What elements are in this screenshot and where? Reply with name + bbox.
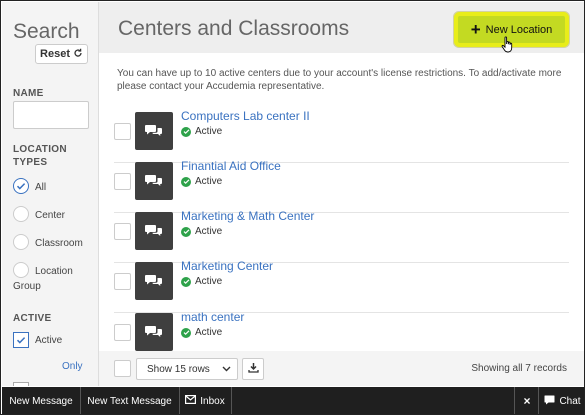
- list-item[interactable]: Marketing Center Active: [114, 259, 569, 313]
- location-name-link[interactable]: Marketing Center: [181, 259, 273, 273]
- checkbox-checked-icon[interactable]: [13, 332, 29, 348]
- location-type-center[interactable]: Center: [13, 206, 65, 223]
- chat-bubbles-icon: [135, 212, 173, 250]
- new-text-message-label: New Text Message: [87, 395, 172, 407]
- check-circle-icon: [181, 276, 191, 287]
- page-title: Centers and Classrooms: [118, 17, 350, 40]
- new-location-label: New Location: [485, 23, 553, 36]
- location-type-location-group[interactable]: Location Group: [13, 262, 93, 294]
- sidebar-title: Search: [13, 20, 80, 43]
- list-footer: Show 15 rows Showing all 7 records: [99, 351, 584, 386]
- row-checkbox[interactable]: [114, 223, 131, 240]
- location-type-label: All: [35, 182, 47, 193]
- active-label: ACTIVE: [13, 313, 52, 324]
- check-circle-icon: [181, 126, 191, 137]
- location-type-all[interactable]: All: [13, 178, 46, 195]
- search-sidebar: Search Reset NAME LOCATION TYPES All Cen…: [2, 2, 99, 386]
- status-badge: Active: [181, 276, 222, 287]
- active-filter[interactable]: Active: [13, 332, 62, 348]
- status-badge: Active: [181, 176, 222, 187]
- status-text: Active: [195, 327, 223, 338]
- bottom-message-bar: New Message New Text Message Inbox × Cha…: [2, 387, 584, 414]
- select-all-checkbox[interactable]: [114, 360, 131, 377]
- status-badge: Active: [181, 226, 222, 237]
- check-circle-icon: [181, 327, 191, 338]
- list-item[interactable]: Computers Lab center II Active: [114, 109, 569, 163]
- page-header: Centers and Classrooms + New Location: [99, 2, 584, 53]
- checkbox-icon[interactable]: [13, 382, 29, 386]
- new-message-button[interactable]: New Message: [2, 387, 81, 414]
- chevron-down-icon: [222, 364, 231, 375]
- close-icon[interactable]: ×: [514, 387, 539, 414]
- location-type-label: Location Group: [13, 266, 73, 292]
- hand-cursor-icon: [501, 36, 513, 53]
- row-checkbox[interactable]: [114, 173, 131, 190]
- download-button[interactable]: [242, 358, 264, 380]
- record-count-text: Showing all 7 records: [471, 363, 567, 374]
- rows-per-page-value: Show 15 rows: [147, 363, 210, 375]
- chat-label: Chat: [559, 395, 581, 407]
- plus-icon: +: [470, 20, 481, 39]
- envelope-icon: [185, 395, 197, 407]
- active-option-label: Active: [35, 334, 63, 346]
- check-circle-icon: [181, 176, 191, 187]
- radio-checked-icon[interactable]: [13, 178, 29, 194]
- license-info-text: You can have up to 10 active centers due…: [117, 68, 562, 92]
- row-checkbox[interactable]: [114, 324, 131, 341]
- radio-icon[interactable]: [13, 206, 29, 222]
- list-item[interactable]: Marketing & Math Center Active: [114, 209, 569, 263]
- chat-bubbles-icon: [135, 262, 173, 300]
- new-message-label: New Message: [9, 395, 73, 407]
- download-icon: [247, 360, 259, 378]
- location-name-link[interactable]: math center: [181, 310, 244, 324]
- chat-button[interactable]: Chat: [538, 387, 584, 414]
- location-types-label: LOCATION TYPES: [13, 144, 67, 168]
- chat-icon: [544, 395, 555, 408]
- location-type-label: Classroom: [35, 238, 83, 249]
- inbox-label: Inbox: [200, 395, 225, 407]
- rows-per-page-select[interactable]: Show 15 rows: [136, 358, 238, 380]
- reset-button-label: Reset: [40, 48, 70, 60]
- row-checkbox[interactable]: [114, 123, 131, 140]
- status-text: Active: [195, 276, 223, 287]
- reset-icon: [73, 48, 83, 61]
- reset-button[interactable]: Reset: [35, 44, 88, 64]
- chat-bubbles-icon: [135, 162, 173, 200]
- list-item[interactable]: Finantial Aid Office Active: [114, 159, 569, 213]
- status-text: Active: [195, 226, 223, 237]
- new-text-message-button[interactable]: New Text Message: [80, 387, 180, 414]
- location-name-link[interactable]: Finantial Aid Office: [181, 159, 281, 173]
- inbox-button[interactable]: Inbox: [179, 387, 232, 414]
- location-name-link[interactable]: Marketing & Math Center: [181, 209, 314, 223]
- chat-bubbles-icon: [135, 313, 173, 351]
- name-input[interactable]: [13, 101, 89, 129]
- only-link[interactable]: Only: [62, 361, 83, 372]
- status-badge: Active: [181, 126, 222, 137]
- radio-icon[interactable]: [13, 234, 29, 250]
- row-checkbox[interactable]: [114, 273, 131, 290]
- chat-bubbles-icon: [135, 112, 173, 150]
- status-text: Active: [195, 176, 223, 187]
- app-window: Search Reset NAME LOCATION TYPES All Cen…: [0, 0, 585, 415]
- name-label: NAME: [13, 88, 44, 99]
- location-type-label: Center: [35, 210, 66, 221]
- location-type-classroom[interactable]: Classroom: [13, 234, 83, 251]
- status-text: Active: [195, 126, 223, 137]
- status-badge: Active: [181, 327, 222, 338]
- check-circle-icon: [181, 226, 191, 237]
- location-name-link[interactable]: Computers Lab center II: [181, 109, 310, 123]
